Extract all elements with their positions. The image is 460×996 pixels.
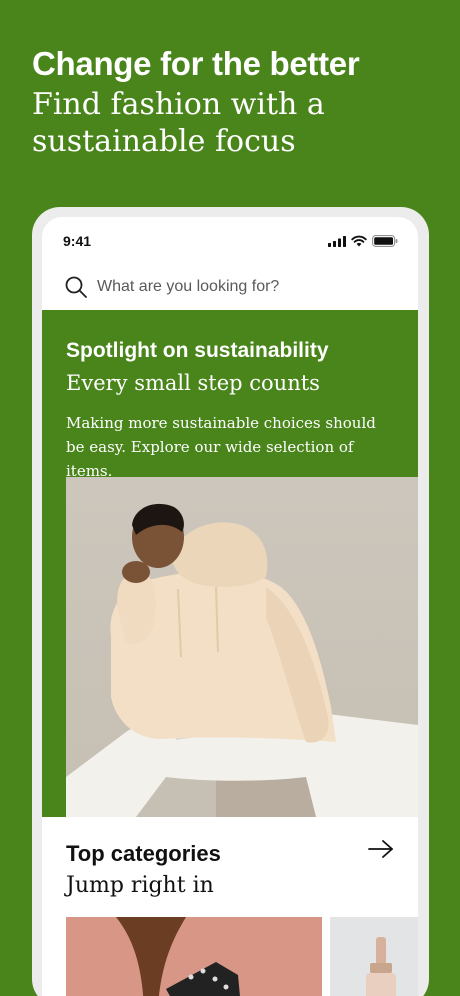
status-bar: 9:41 [42,217,418,265]
spotlight-image[interactable] [66,477,418,817]
battery-icon [372,235,398,247]
top-categories-section: Top categories Jump right in [42,817,418,901]
phone-screen: 9:41 Spotli [42,217,418,996]
status-time: 9:41 [63,233,92,249]
promo-subtitle: Find fashion with a sustainable focus [32,86,432,160]
categories-header: Top categories Jump right in [66,839,394,901]
category-card-shoes[interactable] [66,917,322,996]
search-bar[interactable] [42,265,418,309]
search-icon [65,276,87,298]
categories-heading: Top categories Jump right in [66,839,221,901]
status-icons [328,235,398,247]
categories-title: Top categories [66,841,221,866]
spotlight-subtitle: Every small step counts [66,371,320,395]
wifi-icon [351,235,367,247]
model-illustration [66,503,418,817]
arrow-right-icon[interactable] [368,839,394,859]
category-cards [66,917,418,996]
promo-subtitle-line-2: sustainable focus [32,124,296,159]
spotlight-banner[interactable]: Spotlight on sustainability Every small … [42,310,418,480]
cellular-signal-icon [328,235,346,247]
promo-headline: Change for the better Find fashion with … [32,44,432,160]
category-card-beauty[interactable] [330,917,418,996]
shoe-image [116,917,240,996]
search-input[interactable] [97,278,377,296]
promo-title: Change for the better [32,45,360,82]
promo-subtitle-line-1: Find fashion with a [32,87,325,122]
spotlight-body: Making more sustainable choices should b… [66,414,376,480]
categories-subtitle: Jump right in [66,873,214,898]
spotlight-title: Spotlight on sustainability [66,339,329,362]
serum-bottle-image [366,937,396,996]
spotlight-band [42,477,66,817]
